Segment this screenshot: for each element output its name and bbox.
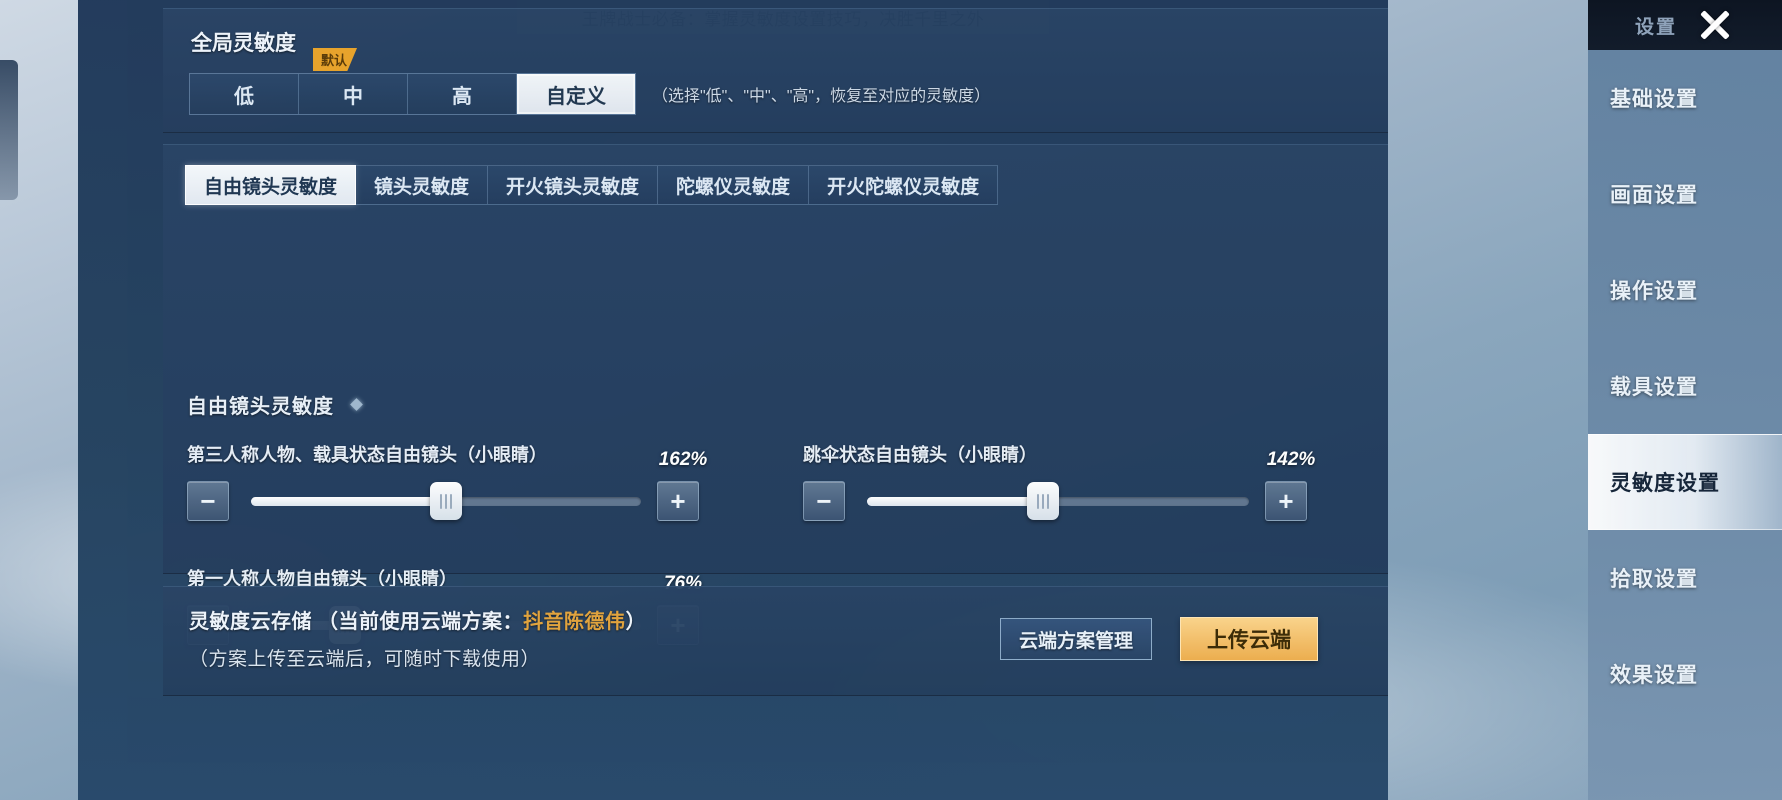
tab-label: 陀螺仪灵敏度 xyxy=(676,176,791,198)
sidebar-item-6[interactable]: 效果设置 xyxy=(1588,626,1782,722)
cloud-storage-line1: 灵敏度云存储 （当前使用云端方案：抖音陈德伟） xyxy=(189,605,646,634)
sensitivity-detail-card: 自由镜头灵敏度 镜头灵敏度 开火镜头灵敏度 陀螺仪灵敏度 开火陀螺仪灵敏度 自由镜头灵敏… xyxy=(163,144,1388,645)
cloud-storage-text: 灵敏度云存储 （当前使用云端方案：抖音陈德伟） （方案上传至云端后，可随时下载使… xyxy=(189,605,646,671)
tab-3[interactable]: 陀螺仪灵敏度 xyxy=(658,165,810,205)
sidebar-item-1[interactable]: 画面设置 xyxy=(1588,146,1782,242)
sidebar-item-2[interactable]: 操作设置 xyxy=(1588,242,1782,338)
slider-label: 第三人称人物、载具状态自由镜头（小眼睛） xyxy=(187,445,547,465)
preset-row: 低默认中高自定义 （选择"低"、"中"、"高"，恢复至对应的灵敏度） xyxy=(189,48,991,115)
slider-track-wrapper[interactable] xyxy=(251,481,641,521)
slider-track[interactable] xyxy=(251,482,641,520)
preset-hint-text: （选择"低"、"中"、"高"，恢复至对应的灵敏度） xyxy=(652,88,991,105)
preset-button-1[interactable]: 默认中 xyxy=(299,48,408,114)
group-label: 自由镜头灵敏度 xyxy=(187,390,363,419)
group-label-text: 自由镜头灵敏度 xyxy=(187,396,334,418)
preset-button-label: 自定义 xyxy=(546,85,606,108)
cloud-scheme-name: 抖音陈德伟 xyxy=(523,611,626,633)
cloud-upload-button[interactable]: 上传云端 xyxy=(1180,617,1318,661)
sidebar-item-label: 载具设置 xyxy=(1610,376,1698,399)
sensitivity-tabs: 自由镜头灵敏度 镜头灵敏度 开火镜头灵敏度 陀螺仪灵敏度 开火陀螺仪灵敏度 xyxy=(185,165,999,205)
preset-button-label: 低 xyxy=(234,85,254,108)
sidebar-item-list: 基础设置画面设置操作设置载具设置灵敏度设置拾取设置效果设置 xyxy=(1588,50,1782,800)
sidebar-item-label: 画面设置 xyxy=(1610,184,1698,207)
diamond-icon xyxy=(350,398,363,411)
preset-button-3[interactable]: 自定义 xyxy=(517,74,635,114)
preset-button-0[interactable]: 低 xyxy=(190,74,299,114)
sidebar-item-label: 灵敏度设置 xyxy=(1610,472,1720,495)
sidebar-item-label: 拾取设置 xyxy=(1610,568,1698,591)
tab-4[interactable]: 开火陀螺仪灵敏度 xyxy=(809,165,999,205)
slider-decrease-button[interactable]: − xyxy=(187,481,229,521)
cloud-manage-button[interactable]: 云端方案管理 xyxy=(999,618,1152,660)
tab-1[interactable]: 镜头灵敏度 xyxy=(356,165,489,205)
preset-button-2[interactable]: 高 xyxy=(408,74,517,114)
sidebar-item-0[interactable]: 基础设置 xyxy=(1588,50,1782,146)
slider-value-block: 142% + xyxy=(1265,449,1317,521)
global-sensitivity-card: 全局灵敏度 低默认中高自定义 （选择"低"、"中"、"高"，恢复至对应的灵敏度） xyxy=(163,8,1388,133)
tab-2[interactable]: 开火镜头灵敏度 xyxy=(488,165,659,205)
slider-knob[interactable] xyxy=(430,482,462,520)
left-edge-decoration xyxy=(0,60,18,200)
slider-increase-button[interactable]: + xyxy=(657,481,699,521)
slider-fill xyxy=(867,496,1043,506)
sidebar-item-5[interactable]: 拾取设置 xyxy=(1588,530,1782,626)
close-icon[interactable] xyxy=(1695,5,1735,45)
slider-row-0: 第三人称人物、载具状态自由镜头（小眼睛） − 162% + xyxy=(187,441,709,521)
cloud-line1-suffix: ） xyxy=(625,611,647,633)
slider-decrease-button[interactable]: − xyxy=(803,481,845,521)
sidebar-item-label: 效果设置 xyxy=(1610,664,1698,687)
settings-sidebar: 设置 基础设置画面设置操作设置载具设置灵敏度设置拾取设置效果设置 xyxy=(1588,0,1782,800)
slider-value: 162% xyxy=(658,449,708,470)
slider-track[interactable] xyxy=(867,482,1249,520)
preset-button-label: 中 xyxy=(343,85,363,108)
sidebar-title: 设置 xyxy=(1634,16,1677,38)
sidebar-item-4[interactable]: 灵敏度设置 xyxy=(1588,434,1782,530)
cloud-line1-prefix: 灵敏度云存储 （当前使用云端方案： xyxy=(189,611,524,633)
slider-value-block: 162% + xyxy=(657,449,709,521)
slider-controls: − 162% + xyxy=(187,449,709,521)
sidebar-item-label: 基础设置 xyxy=(1610,88,1698,111)
sidebar-header: 设置 xyxy=(1588,0,1782,50)
tab-label: 自由镜头灵敏度 xyxy=(204,176,338,198)
global-sensitivity-title: 全局灵敏度 xyxy=(191,32,296,55)
preset-button-label: 高 xyxy=(452,85,472,108)
slider-label: 跳伞状态自由镜头（小眼睛） xyxy=(803,445,1037,465)
slider-knob[interactable] xyxy=(1026,482,1059,520)
default-badge: 默认 xyxy=(313,48,358,71)
sidebar-item-3[interactable]: 载具设置 xyxy=(1588,338,1782,434)
tab-0[interactable]: 自由镜头灵敏度 xyxy=(185,165,357,205)
preset-button-group: 低默认中高自定义 xyxy=(189,48,636,115)
sidebar-item-label: 操作设置 xyxy=(1610,280,1698,303)
cloud-action-buttons: 云端方案管理 上传云端 xyxy=(999,617,1318,661)
slider-controls: − 142% + xyxy=(803,449,1317,521)
slider-value: 142% xyxy=(1266,449,1316,470)
tab-label: 镜头灵敏度 xyxy=(374,176,470,198)
cloud-storage-line2: （方案上传至云端后，可随时下载使用） xyxy=(189,649,541,670)
tab-label: 开火陀螺仪灵敏度 xyxy=(827,176,980,198)
slider-row-1: 跳伞状态自由镜头（小眼睛） − 142% + xyxy=(803,441,1317,521)
tab-label: 开火镜头灵敏度 xyxy=(506,176,640,198)
slider-increase-button[interactable]: + xyxy=(1265,481,1307,521)
settings-panel: 全局灵敏度 低默认中高自定义 （选择"低"、"中"、"高"，恢复至对应的灵敏度）… xyxy=(78,0,1388,800)
cloud-storage-card: 灵敏度云存储 （当前使用云端方案：抖音陈德伟） （方案上传至云端后，可随时下载使… xyxy=(163,586,1388,696)
slider-fill xyxy=(251,496,446,506)
slider-track-wrapper[interactable] xyxy=(867,481,1249,521)
